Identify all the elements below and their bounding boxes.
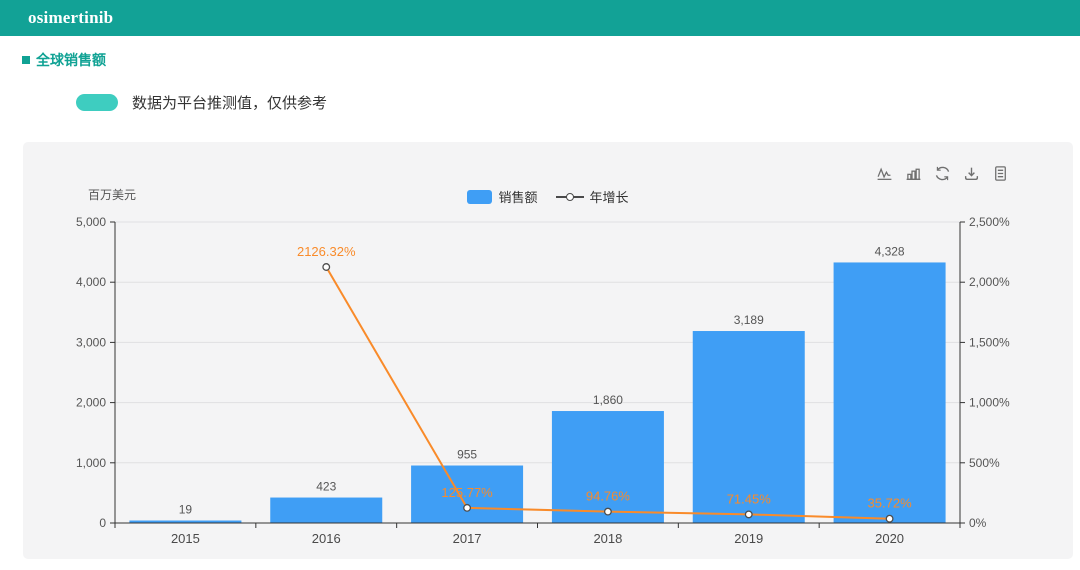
svg-text:1,000: 1,000: [76, 456, 106, 470]
svg-text:2017: 2017: [453, 531, 482, 546]
svg-text:500%: 500%: [969, 456, 1000, 470]
svg-text:4,000: 4,000: [76, 275, 106, 289]
svg-text:2018: 2018: [593, 531, 622, 546]
svg-text:2,000: 2,000: [76, 396, 106, 410]
chart-toolbox: [876, 165, 1009, 182]
svg-text:71.45%: 71.45%: [727, 491, 772, 506]
legend-item-growth[interactable]: 年增长: [556, 187, 629, 206]
svg-text:5,000: 5,000: [76, 215, 106, 229]
svg-text:125.77%: 125.77%: [441, 485, 493, 500]
estimate-note-text: 数据为平台推测值，仅供参考: [132, 92, 327, 113]
section-header: 全球销售额: [22, 52, 106, 68]
svg-text:2020: 2020: [875, 531, 904, 546]
legend-growth-label: 年增长: [590, 187, 629, 206]
download-icon[interactable]: [963, 165, 980, 182]
svg-text:2015: 2015: [171, 531, 200, 546]
bar-chart-icon[interactable]: [905, 165, 922, 182]
svg-text:2016: 2016: [312, 531, 341, 546]
svg-text:94.76%: 94.76%: [586, 489, 631, 504]
data-view-icon[interactable]: [992, 165, 1009, 182]
legend-item-sales[interactable]: 销售额: [467, 187, 537, 206]
svg-text:3,189: 3,189: [734, 313, 764, 327]
bullet-square-icon: [22, 56, 30, 64]
line-chart-icon[interactable]: [876, 165, 893, 182]
svg-text:955: 955: [457, 448, 477, 462]
svg-text:1,500%: 1,500%: [969, 335, 1010, 349]
page-title: osimertinib: [28, 8, 113, 28]
svg-text:1,000%: 1,000%: [969, 396, 1010, 410]
svg-text:2126.32%: 2126.32%: [297, 244, 356, 259]
svg-text:3,000: 3,000: [76, 335, 106, 349]
svg-text:1,860: 1,860: [593, 393, 623, 407]
growth-legend-marker-icon: [556, 190, 584, 204]
svg-text:0%: 0%: [969, 516, 987, 530]
sales-legend-swatch-icon: [467, 190, 492, 204]
chart-legend: 销售额 年增长: [23, 187, 1073, 206]
section-title: 全球销售额: [36, 50, 106, 70]
svg-text:423: 423: [316, 480, 336, 494]
legend-sales-label: 销售额: [498, 187, 537, 206]
window-titlebar: osimertinib: [0, 0, 1080, 36]
svg-text:4,328: 4,328: [875, 244, 905, 258]
svg-text:0: 0: [99, 516, 106, 530]
svg-text:2,500%: 2,500%: [969, 215, 1010, 229]
svg-text:19: 19: [179, 503, 193, 517]
estimate-note: 数据为平台推测值，仅供参考: [76, 92, 327, 112]
chart-card: 百万美元 销售额 年增长 194239551,8603,1894,3282126…: [23, 142, 1073, 559]
restore-icon[interactable]: [934, 165, 951, 182]
svg-text:2,000%: 2,000%: [969, 275, 1010, 289]
svg-text:2019: 2019: [734, 531, 763, 546]
svg-text:35.72%: 35.72%: [868, 496, 913, 511]
estimate-badge: [76, 94, 118, 111]
